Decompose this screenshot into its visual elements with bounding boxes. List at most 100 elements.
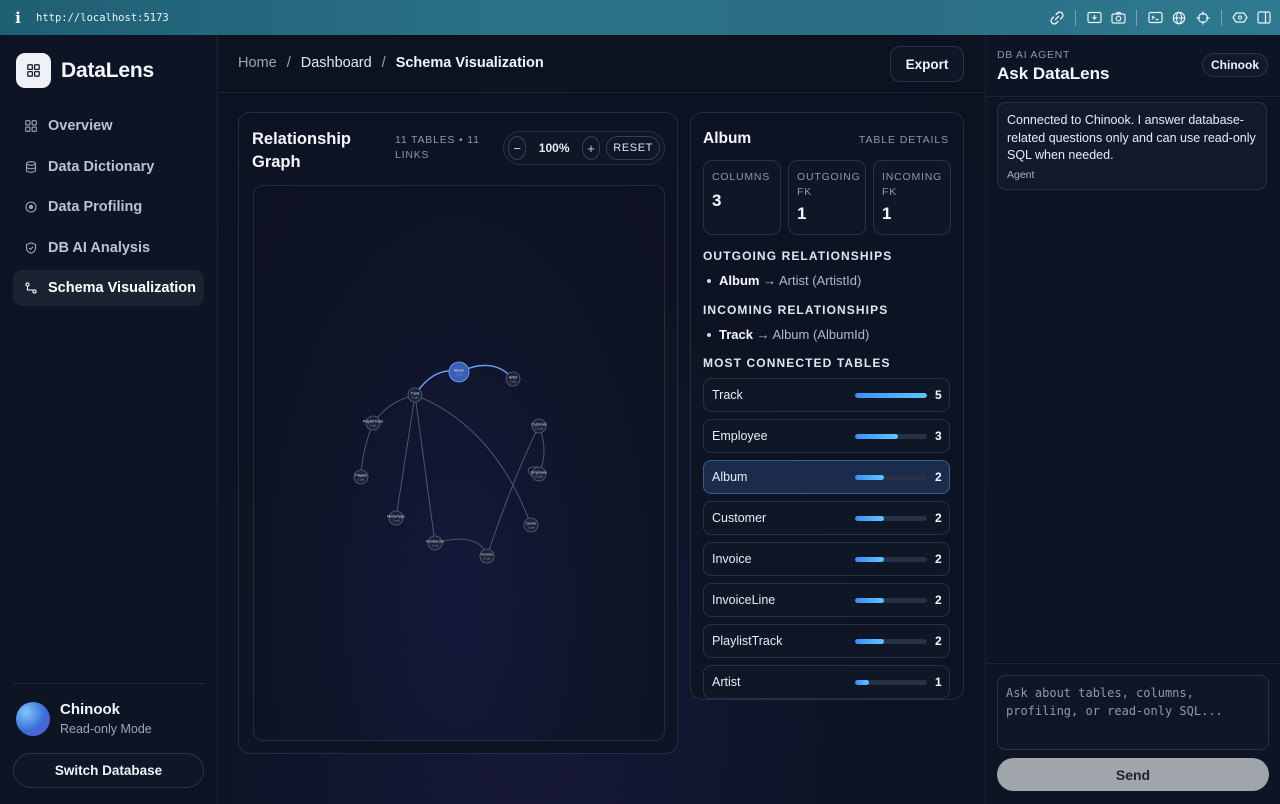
graph-canvas[interactable]: Album 3 cols Artist 2 cols Track 9 cols Playli… bbox=[253, 185, 665, 741]
graph-edge bbox=[360, 422, 374, 478]
graph-node-sublabel: 9 cols bbox=[412, 396, 419, 400]
graph-svg[interactable]: Album3 colsArtist2 colsTrack9 colsPlayli… bbox=[254, 186, 665, 741]
connected-table-row[interactable]: Employee 3 bbox=[703, 419, 950, 453]
connected-table-row[interactable]: Album 2 bbox=[703, 460, 950, 494]
connection-bar bbox=[855, 474, 927, 480]
graph-node-sublabel: 15 cols bbox=[535, 475, 544, 479]
database-icon bbox=[25, 160, 37, 173]
bullet-icon bbox=[707, 278, 711, 283]
graph-node-label: MediaType bbox=[387, 515, 405, 519]
connected-table-row[interactable]: Customer 2 bbox=[703, 501, 950, 535]
graph-node[interactable]: PlaylistTrack2 cols bbox=[363, 415, 383, 431]
sidebar-item-db-ai-analysis[interactable]: DB AI Analysis bbox=[13, 230, 204, 266]
screenshot-icon[interactable] bbox=[1086, 10, 1102, 26]
sidebar-item-label: Schema Visualization bbox=[48, 280, 197, 296]
graph-node[interactable]: Employee15 cols bbox=[531, 466, 547, 482]
outgoing-relationship[interactable]: Album → Artist (ArtistId) bbox=[707, 273, 861, 288]
graph-node-sublabel: 3 cols bbox=[456, 373, 463, 377]
connected-table-name: Artist bbox=[712, 675, 741, 689]
export-button[interactable]: Export bbox=[890, 46, 964, 82]
sidebar-item-label: Data Dictionary bbox=[48, 158, 155, 175]
connected-table-name: InvoiceLine bbox=[712, 593, 776, 607]
sidebar-item-data-dictionary[interactable]: Data Dictionary bbox=[13, 149, 204, 185]
sidebar-item-data-profiling[interactable]: Data Profiling bbox=[13, 189, 204, 225]
crosshair-icon[interactable] bbox=[1195, 10, 1211, 26]
section-heading: OUTGOING RELATIONSHIPS bbox=[703, 249, 893, 263]
send-button[interactable]: Send bbox=[997, 758, 1269, 791]
graph-node[interactable]: InvoiceLine5 cols bbox=[426, 535, 444, 551]
connected-table-row[interactable]: Artist 1 bbox=[703, 665, 950, 699]
arrow-icon: → bbox=[756, 327, 770, 342]
breadcrumb-home[interactable]: Home bbox=[238, 55, 277, 71]
message-text: Connected to Chinook. I answer database-… bbox=[1007, 113, 1256, 162]
globe-icon[interactable] bbox=[1171, 10, 1187, 26]
connection-bar-fill bbox=[855, 556, 884, 562]
connection-bar-fill bbox=[855, 597, 884, 603]
graph-node-sublabel: 2 cols bbox=[528, 526, 535, 530]
connection-bar bbox=[855, 597, 927, 603]
connected-table-row[interactable]: Invoice 2 bbox=[703, 542, 950, 576]
graph-node[interactable]: Playlist2 cols bbox=[353, 469, 369, 485]
connection-count: 3 bbox=[935, 429, 942, 443]
graph-node-sublabel: 9 cols bbox=[484, 557, 491, 561]
sidebar-item-schema-visualization[interactable]: Schema Visualization bbox=[13, 270, 204, 306]
connected-table-name: Album bbox=[712, 470, 748, 484]
graph-node-sublabel: 2 cols bbox=[370, 424, 377, 428]
graph-node-label: Track bbox=[411, 392, 420, 396]
extensions-icon[interactable] bbox=[1232, 10, 1248, 26]
connected-table-name: Track bbox=[712, 388, 743, 402]
brand[interactable]: DataLens bbox=[16, 53, 154, 88]
stat-label: OUTGOING FK bbox=[797, 171, 861, 198]
breadcrumb-dashboard[interactable]: Dashboard bbox=[301, 55, 372, 71]
section-heading: MOST CONNECTED TABLES bbox=[703, 356, 891, 370]
chat-message: Connected to Chinook. I answer database-… bbox=[997, 102, 1267, 190]
stat-label: INCOMING FK bbox=[882, 171, 943, 198]
connected-table-row[interactable]: PlaylistTrack 2 bbox=[703, 624, 950, 658]
zoom-in-button[interactable]: + bbox=[581, 136, 601, 160]
zoom-controls: − 100% + RESET bbox=[503, 131, 665, 165]
connected-table-row[interactable]: InvoiceLine 2 bbox=[703, 583, 950, 617]
graph-node[interactable]: Genre2 cols bbox=[523, 517, 539, 533]
divider bbox=[986, 663, 1280, 664]
section-heading: INCOMING RELATIONSHIPS bbox=[703, 303, 889, 317]
address-bar[interactable]: http://localhost:5173 bbox=[36, 12, 169, 24]
panel-title: Ask DataLens bbox=[997, 64, 1110, 83]
graph-node[interactable]: Album3 cols bbox=[448, 361, 470, 383]
graph-node[interactable]: Track9 cols bbox=[407, 387, 423, 403]
zoom-out-button[interactable]: − bbox=[508, 136, 527, 160]
sidebar: DataLens Overview Data Dictionary Data P… bbox=[0, 35, 218, 804]
connection-bar-fill bbox=[855, 433, 899, 439]
terminal-icon[interactable] bbox=[1147, 10, 1163, 26]
graph-node[interactable]: Customer13 cols bbox=[531, 418, 548, 434]
connection-bar-fill bbox=[855, 515, 884, 521]
graph-node[interactable]: Invoice9 cols bbox=[479, 548, 495, 564]
incoming-relationship[interactable]: Track → Album (AlbumId) bbox=[707, 327, 869, 342]
breadcrumb: Home / Dashboard / Schema Visualization bbox=[238, 55, 544, 71]
sidebar-item-label: Data Profiling bbox=[48, 199, 143, 215]
switch-database-button[interactable]: Switch Database bbox=[13, 753, 204, 788]
graph-node-sublabel: 2 cols bbox=[510, 380, 517, 384]
info-icon[interactable]: i bbox=[0, 9, 36, 27]
ask-input[interactable] bbox=[997, 675, 1269, 750]
graph-node[interactable]: Artist2 cols bbox=[505, 371, 521, 387]
browser-tools bbox=[1049, 0, 1272, 35]
camera-icon[interactable] bbox=[1110, 10, 1126, 26]
graph-summary: 11 TABLES • 11 LINKS bbox=[395, 134, 480, 161]
split-view-icon[interactable] bbox=[1256, 10, 1272, 26]
stat-columns: COLUMNS 3 bbox=[703, 160, 781, 235]
link-icon[interactable] bbox=[1049, 10, 1065, 26]
connection-count: 1 bbox=[935, 675, 942, 689]
graph-edge bbox=[414, 394, 436, 544]
breadcrumb-separator: / bbox=[381, 55, 386, 71]
connected-table-row[interactable]: Track 5 bbox=[703, 378, 950, 412]
connected-table-name: Customer bbox=[712, 511, 767, 525]
divider bbox=[986, 96, 1280, 97]
graph-node-label: Genre bbox=[526, 522, 536, 526]
graph-node[interactable]: MediaType2 cols bbox=[387, 510, 405, 526]
graph-edge bbox=[395, 394, 416, 519]
reset-button[interactable]: RESET bbox=[606, 136, 660, 160]
sidebar-item-overview[interactable]: Overview bbox=[13, 108, 204, 144]
graph-node-label: PlaylistTrack bbox=[363, 420, 383, 424]
connected-table-name: Invoice bbox=[712, 552, 752, 566]
shield-icon bbox=[25, 241, 37, 254]
